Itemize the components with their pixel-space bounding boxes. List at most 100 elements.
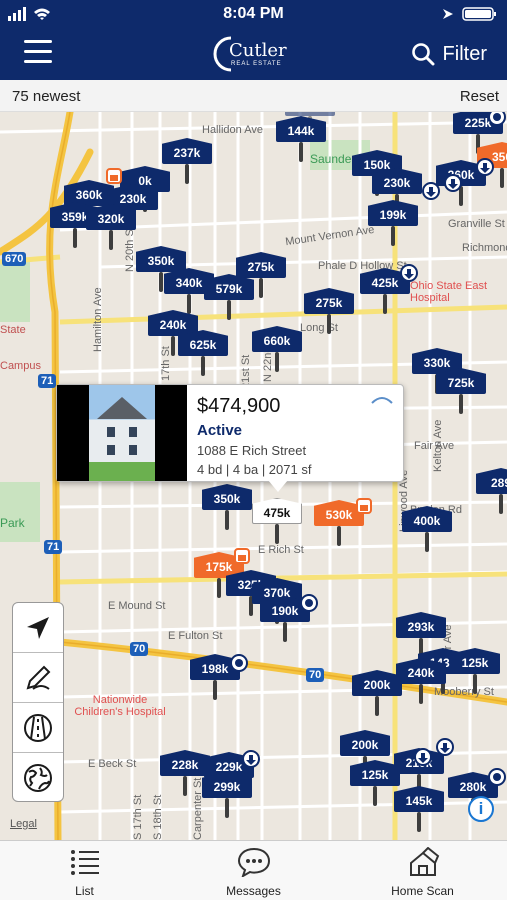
tab-list[interactable]: List — [0, 841, 169, 900]
price-drop-icon — [414, 748, 432, 766]
street-label: Granville St — [448, 218, 505, 230]
search-icon — [411, 43, 435, 66]
mls-logo-icon — [371, 397, 393, 404]
cutler-logo: Cutler REAL ESTATE — [205, 32, 305, 76]
road-icon — [24, 714, 52, 742]
price-marker[interactable]: 400k — [402, 506, 452, 554]
price-drop-icon — [242, 750, 260, 768]
open-house-icon — [356, 498, 372, 514]
price-marker[interactable]: 579k — [204, 274, 254, 322]
legal-link[interactable]: Legal — [10, 818, 37, 830]
tab-label: List — [75, 884, 94, 898]
listing-status: Active — [197, 422, 243, 439]
popup-pointer — [268, 480, 288, 492]
location-arrow-icon — [27, 617, 49, 639]
logo-text: Cutler — [229, 40, 287, 61]
globe-icon — [24, 764, 52, 792]
price-marker[interactable]: 199k — [368, 200, 418, 248]
new-listing-icon — [300, 594, 318, 612]
tab-label: Home Scan — [391, 884, 454, 898]
locate-me-button[interactable] — [13, 603, 63, 653]
filter-button[interactable]: Filter — [411, 40, 487, 68]
price-marker[interactable]: 299k — [202, 772, 252, 820]
price-marker[interactable]: 725k — [436, 368, 486, 416]
price-marker[interactable]: 350k — [202, 484, 252, 532]
price-drop-icon — [476, 158, 494, 176]
menu-button[interactable] — [24, 40, 52, 64]
pencil-icon — [26, 665, 51, 690]
price-drop-icon — [422, 182, 440, 200]
open-house-icon — [106, 168, 122, 184]
street-label: E Fulton St — [168, 630, 223, 642]
price-marker[interactable]: 625k — [178, 330, 228, 378]
tab-home-scan[interactable]: Home Scan — [338, 841, 507, 900]
price-marker[interactable]: 145k — [394, 786, 444, 834]
street-label: Fair Ave — [414, 440, 455, 452]
route-shield: 670 — [2, 252, 27, 266]
battery-icon — [443, 7, 496, 21]
listing-photo — [57, 385, 187, 481]
listing-popup[interactable]: $474,900 Active 1088 E Rich Street 4 bd … — [56, 384, 404, 482]
list-icon — [71, 850, 99, 875]
street-label: S 17th St — [132, 794, 144, 840]
route-shield: 71 — [38, 374, 57, 388]
price-marker[interactable]: 144k — [276, 116, 326, 164]
price-drop-icon — [436, 738, 454, 756]
street-label: E Mound St — [108, 600, 166, 612]
street-label: Richmond — [462, 242, 507, 254]
messages-icon — [237, 847, 271, 877]
filter-label: Filter — [442, 42, 487, 65]
street-label: Hallidon Ave — [202, 124, 263, 136]
hospital-label: Nationwide Children's Hospital — [74, 694, 166, 718]
listing-address: 1088 E Rich Street — [197, 443, 307, 458]
map-style-satellite-button[interactable] — [13, 753, 63, 803]
reset-button[interactable]: Reset — [460, 88, 499, 105]
price-marker[interactable]: 125k — [450, 648, 500, 696]
route-shield: 70 — [306, 668, 325, 682]
status-bar: 8:04 PM — [0, 0, 507, 28]
hamburger-line-icon — [24, 60, 52, 63]
status-time: 8:04 PM — [223, 5, 284, 22]
street-label: Hamilton Ave — [92, 287, 104, 352]
street-label: S 18th St — [152, 794, 164, 840]
new-listing-icon — [230, 654, 248, 672]
draw-area-button[interactable] — [13, 653, 63, 703]
new-listing-icon — [488, 768, 506, 786]
window — [107, 427, 115, 437]
tab-bar: List Messages Home Scan — [0, 840, 507, 900]
price-marker[interactable]: 289 — [476, 468, 507, 516]
route-shield: 70 — [130, 642, 149, 656]
logo-subtext: REAL ESTATE — [231, 61, 282, 67]
price-drop-icon — [444, 174, 462, 192]
price-marker[interactable]: 240k — [396, 658, 446, 706]
route-shield: 71 — [44, 540, 63, 554]
hamburger-line-icon — [24, 50, 52, 53]
place-label: Campus — [0, 360, 41, 372]
home-scan-icon — [410, 847, 440, 876]
price-marker[interactable]: 275k — [304, 288, 354, 336]
street-label: E Beck St — [88, 758, 137, 770]
tab-messages[interactable]: Messages — [169, 841, 338, 900]
nav-bar: Cutler REAL ESTATE Filter — [0, 28, 507, 80]
map-tools — [12, 602, 64, 802]
price-marker-selected[interactable]: 475k — [252, 498, 302, 546]
price-marker[interactable]: 660k — [252, 326, 302, 374]
hamburger-line-icon — [24, 40, 52, 43]
window — [129, 427, 137, 437]
price-drop-icon — [400, 264, 418, 282]
results-count: 75 newest — [12, 88, 81, 105]
hospital-label: Ohio State East Hospital — [410, 280, 488, 304]
price-marker[interactable]: 125k — [350, 760, 400, 808]
map-view[interactable]: Hallidon Ave Mount Vernon Ave Granville … — [0, 112, 507, 840]
price-marker[interactable]: 200k — [352, 670, 402, 718]
place-label: State — [0, 324, 26, 336]
window — [107, 445, 115, 455]
info-button[interactable]: i — [468, 796, 494, 822]
open-house-icon — [234, 548, 250, 564]
tab-label: Messages — [226, 884, 281, 898]
park-label: Park — [0, 516, 25, 530]
listing-price: $474,900 — [197, 395, 281, 417]
price-marker[interactable]: 320k — [86, 204, 136, 252]
map-style-road-button[interactable] — [13, 703, 63, 753]
listing-details: 4 bd | 4 ba | 2071 sf — [197, 462, 312, 477]
